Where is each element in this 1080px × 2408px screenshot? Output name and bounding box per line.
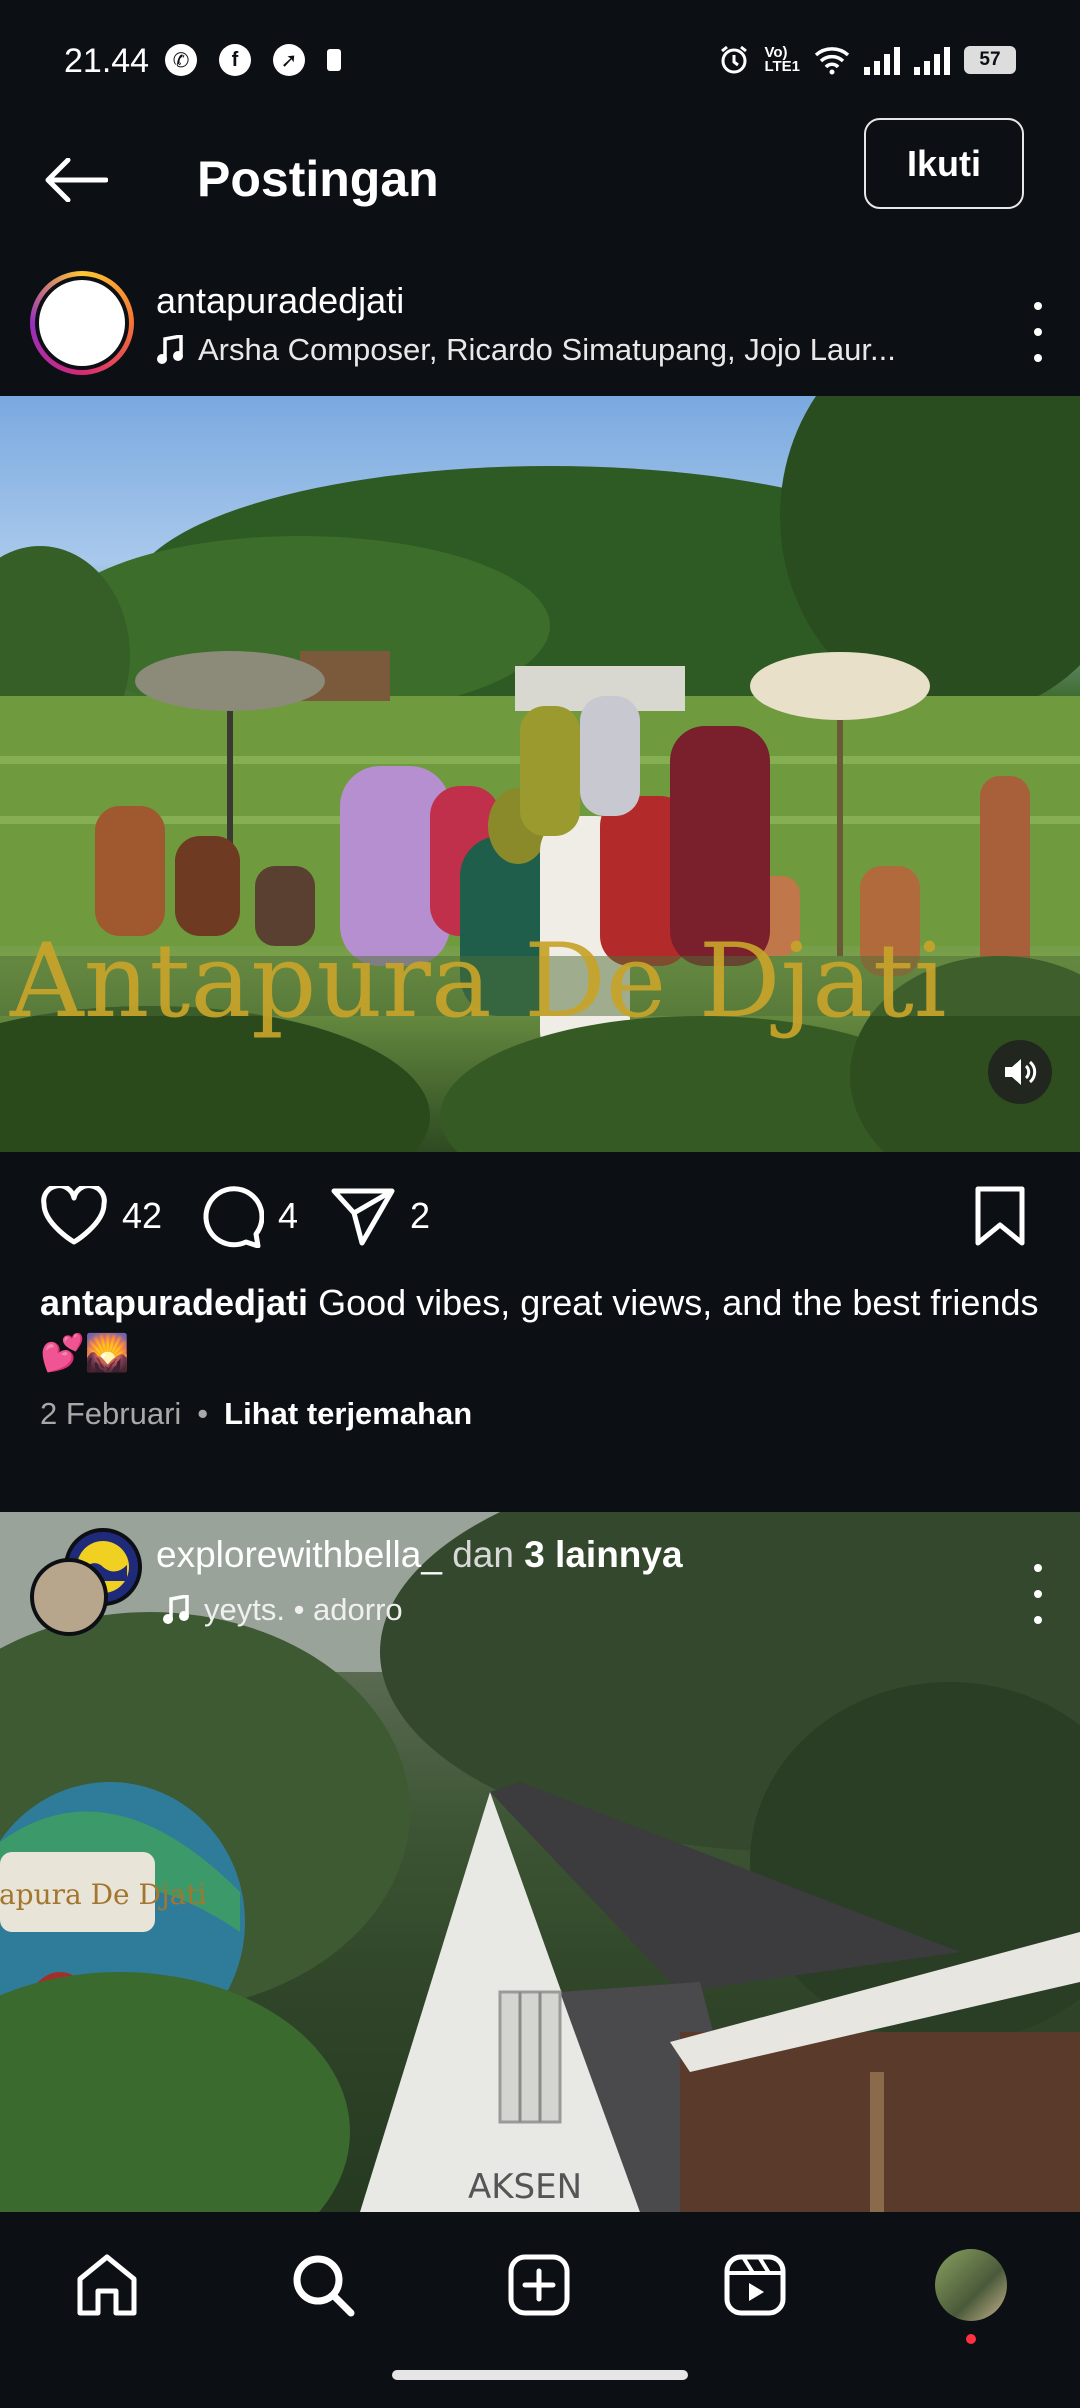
post2-more-options-button[interactable] (1026, 1564, 1050, 1624)
post-actions: 42 4 2 (0, 1180, 1080, 1252)
more-options-button[interactable] (1026, 302, 1050, 362)
send-icon (331, 1188, 395, 1246)
nav-profile[interactable] (926, 2240, 1016, 2330)
reels-icon (724, 2254, 786, 2316)
volte-icon: Vo) LTE1 (764, 44, 800, 75)
avatar[interactable] (30, 271, 134, 375)
comment-icon (203, 1186, 264, 1248)
like-count: 42 (122, 1195, 163, 1236)
home-indicator[interactable] (392, 2370, 688, 2380)
balloon-text: Antapura De Djati (0, 1878, 207, 1911)
notification-dot (966, 2334, 976, 2344)
save-button[interactable] (972, 1180, 1028, 1252)
post-date: 2 Februari (40, 1396, 182, 1431)
post-username[interactable]: antapuradedjati (156, 280, 404, 322)
facebook-icon: f (219, 44, 251, 76)
comment-count: 4 (278, 1195, 299, 1236)
share-count: 2 (410, 1195, 431, 1236)
status-bar: 21.44 ✆ f ➚ Vo) LTE1 57 (0, 0, 1080, 120)
status-time: 21.44 (64, 42, 150, 80)
comment-button[interactable]: 4 (198, 1180, 298, 1252)
add-post-icon (508, 2254, 570, 2316)
music-note-icon (157, 335, 183, 364)
nav-search[interactable] (278, 2240, 368, 2330)
nav-home[interactable] (62, 2240, 152, 2330)
page-title: Postingan (197, 151, 439, 207)
collab-avatar-user (30, 1558, 108, 1636)
music-label: Arsha Composer, Ricardo Simatupang, Jojo… (198, 332, 896, 367)
profile-avatar (935, 2249, 1007, 2321)
avatar-logo (35, 276, 129, 370)
post2-username-line[interactable]: explorewithbella_ dan 3 lainnya (156, 1534, 683, 1576)
battery-indicator: 57 (964, 46, 1016, 74)
back-button[interactable] (40, 148, 112, 212)
usb-icon (327, 49, 341, 71)
post2-others[interactable]: 3 lainnya (524, 1534, 682, 1575)
nav-reels[interactable] (710, 2240, 800, 2330)
signal-icon-1 (864, 45, 900, 75)
follow-button[interactable]: Ikuti (864, 118, 1024, 209)
alarm-icon (721, 45, 748, 74)
bookmark-icon (975, 1186, 1025, 1246)
whatsapp-icon: ✆ (165, 44, 197, 76)
wifi-icon (814, 47, 850, 75)
like-button[interactable]: 42 (40, 1180, 162, 1252)
mute-button[interactable] (988, 1040, 1052, 1104)
speaker-icon (1005, 1059, 1037, 1085)
see-translation-link[interactable]: Lihat terjemahan (224, 1396, 472, 1432)
post-header: antapuradedjati Arsha Composer, Ricardo … (0, 268, 1080, 394)
post2-header: explorewithbella_ dan 3 lainnya yeyts. •… (0, 1512, 1080, 1652)
signal-icon-2 (914, 45, 950, 75)
system-icons: Vo) LTE1 57 (718, 44, 1016, 76)
cafe-sign: AKSEN (468, 2167, 582, 2207)
arrow-left-icon (45, 158, 108, 202)
music-note-icon (163, 1595, 189, 1624)
post-caption: antapuradedjati Good vibes, great views,… (40, 1278, 1040, 1378)
home-icon (77, 2254, 137, 2316)
heart-icon (41, 1186, 107, 1245)
post-media[interactable]: Antapura De Djati (0, 396, 1080, 1152)
nav-create[interactable] (494, 2240, 584, 2330)
post2-and: dan (452, 1534, 514, 1575)
music-info[interactable]: Arsha Composer, Ricardo Simatupang, Jojo… (156, 332, 936, 368)
overlay-title: Antapura De Djati (9, 922, 947, 1041)
post2-username[interactable]: explorewithbella_ (156, 1534, 442, 1575)
post-meta: 2 Februari • Lihat terjemahan (40, 1396, 472, 1432)
share-button[interactable]: 2 (330, 1180, 430, 1252)
collab-avatars[interactable] (30, 1528, 142, 1636)
meta-separator: • (197, 1396, 209, 1431)
post2-music-info[interactable]: yeyts. • adorro (162, 1592, 942, 1628)
compass-icon: ➚ (273, 44, 305, 76)
notification-icons: ✆ f ➚ (165, 44, 341, 76)
post2-music-label: yeyts. • adorro (204, 1592, 403, 1627)
post-photo: Antapura De Djati (0, 396, 1080, 1152)
caption-username[interactable]: antapuradedjati (40, 1282, 308, 1323)
search-icon (293, 2255, 355, 2317)
